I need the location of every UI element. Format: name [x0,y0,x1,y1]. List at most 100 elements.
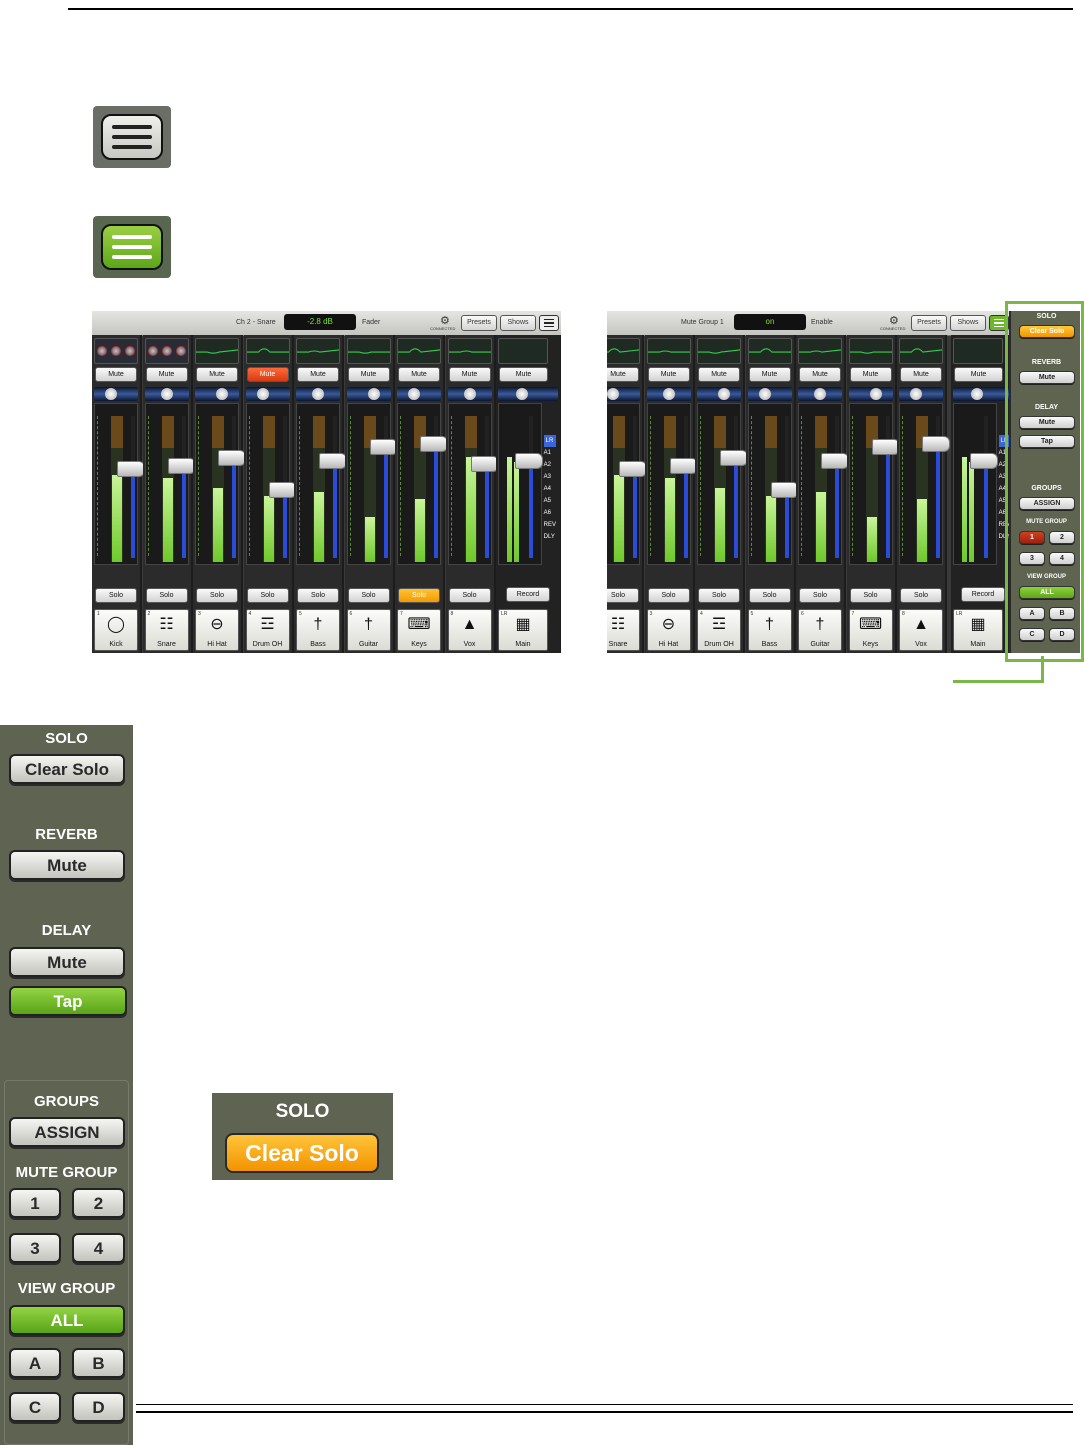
gain-knobs[interactable] [94,338,138,364]
pan-knob[interactable] [105,388,117,400]
pan-slider[interactable] [447,387,492,401]
view-group-d-button[interactable]: D [72,1392,125,1422]
channel-name-button[interactable]: 7 ⌨ Keys [397,609,441,651]
main-fader-meter[interactable] [498,403,543,565]
fader-cap[interactable] [970,453,998,469]
main-eq-thumbnail[interactable] [953,338,1003,364]
channel-name-button[interactable]: 2 ☷ Snare [144,609,189,651]
fader-cap[interactable] [619,461,647,478]
fader-cap[interactable] [268,482,297,499]
menu-icon-active[interactable] [93,216,171,278]
main-eq-thumbnail[interactable] [498,338,548,364]
shows-button[interactable]: Shows [950,315,986,331]
fader-meter[interactable] [195,403,246,565]
solo-button[interactable]: Solo [398,588,440,603]
pan-slider[interactable] [397,387,441,401]
solo-button[interactable]: Solo [145,588,188,603]
presets-button[interactable]: Presets [461,315,497,331]
main-name-button[interactable]: LR ▦ Main [953,609,1003,651]
bus-item-a4[interactable]: A4 [544,483,556,495]
solo-button[interactable]: Solo [698,588,740,603]
mute-button[interactable]: Mute [246,367,289,382]
mute-group-4-button[interactable]: 4 [72,1233,125,1263]
mute-button[interactable]: Mute [196,367,238,382]
fader-meter[interactable] [646,403,698,565]
fader-meter[interactable] [747,403,799,565]
channel-name-button[interactable]: ☷ Snare [607,609,640,651]
eq-thumbnail[interactable] [899,338,943,364]
channel-name-button[interactable]: 6 † Guitar [798,609,842,651]
pan-slider[interactable] [697,387,741,401]
pan-knob[interactable] [516,388,528,400]
fader-cap[interactable] [720,450,748,466]
fader-cap[interactable] [821,452,849,469]
fader-cap[interactable] [871,438,900,455]
pan-slider[interactable] [144,387,189,401]
pan-knob[interactable] [256,388,269,400]
pan-knob[interactable] [312,388,324,400]
view-group-all-button[interactable]: ALL [9,1305,125,1335]
shows-button[interactable]: Shows [500,315,536,331]
pan-knob[interactable] [463,388,476,400]
eq-thumbnail[interactable] [195,338,239,364]
fader-cap[interactable] [470,455,499,472]
mute-button[interactable]: Mute [954,367,1003,382]
fader-cap[interactable] [515,453,543,469]
pan-knob[interactable] [869,388,882,400]
pan-knob[interactable] [814,388,826,400]
mute-button[interactable]: Mute [95,367,137,382]
mute-button[interactable]: Mute [748,367,791,382]
eq-thumbnail[interactable] [848,338,893,364]
fader-meter[interactable] [245,403,297,565]
pan-knob[interactable] [971,388,983,400]
view-group-b-button[interactable]: B [72,1348,125,1378]
channel-name-button[interactable]: 1 ◯ Kick [94,609,138,651]
fader-meter[interactable] [397,403,448,565]
channel-name-button[interactable]: 8 ▲ Vox [899,609,943,651]
pan-slider[interactable] [899,387,943,401]
fader-meter[interactable] [607,403,647,565]
gain-knobs[interactable] [144,338,189,364]
pan-knob[interactable] [408,388,420,400]
fader-meter[interactable] [144,403,196,565]
delay-mute-button[interactable]: Mute [9,947,125,977]
main-fader-meter[interactable] [953,403,998,565]
mute-group-2-button[interactable]: 2 [72,1188,125,1218]
bus-item-dly[interactable]: DLY [544,531,556,543]
eq-thumbnail[interactable] [607,338,640,364]
main-name-button[interactable]: LR ▦ Main [498,609,548,651]
fader-cap[interactable] [167,458,196,475]
eq-thumbnail[interactable] [747,338,792,364]
pan-slider[interactable] [296,387,340,401]
fader-cap[interactable] [922,436,950,452]
presets-button[interactable]: Presets [911,315,947,331]
bus-item-a6[interactable]: A6 [544,507,556,519]
fader-cap[interactable] [770,482,799,499]
mute-button[interactable]: Mute [607,367,639,382]
pan-knob[interactable] [758,388,771,400]
channel-name-button[interactable]: 4 ☲ Drum OH [245,609,290,651]
mute-button[interactable]: Mute [347,367,390,382]
mute-group-3-button[interactable]: 3 [9,1233,61,1263]
solo-button[interactable]: Solo [647,588,690,603]
channel-name-button[interactable]: 5 † Bass [296,609,340,651]
mute-button[interactable]: Mute [900,367,942,382]
eq-thumbnail[interactable] [296,338,340,364]
pan-knob[interactable] [607,388,619,400]
pan-slider[interactable] [798,387,842,401]
mute-button[interactable]: Mute [499,367,548,382]
solo-button[interactable]: Solo [448,588,491,603]
clear-solo-button[interactable]: Clear Solo [9,754,125,784]
pan-slider[interactable] [245,387,290,401]
pan-knob[interactable] [910,388,922,400]
pan-slider[interactable] [607,387,640,401]
bus-selector[interactable]: LR A1 A2 A3 A4 A5 A6 REV DLY [543,435,556,543]
record-button[interactable]: Record [506,587,550,602]
channel-name-button[interactable]: 7 ⌨ Keys [848,609,893,651]
bus-item-lr[interactable]: LR [543,435,556,447]
solo-button[interactable]: Solo [196,588,238,603]
tap-button[interactable]: Tap [9,986,127,1016]
bus-item-a2[interactable]: A2 [544,459,556,471]
mute-button[interactable]: Mute [297,367,339,382]
channel-name-button[interactable]: 3 ⊖ Hi Hat [646,609,691,651]
